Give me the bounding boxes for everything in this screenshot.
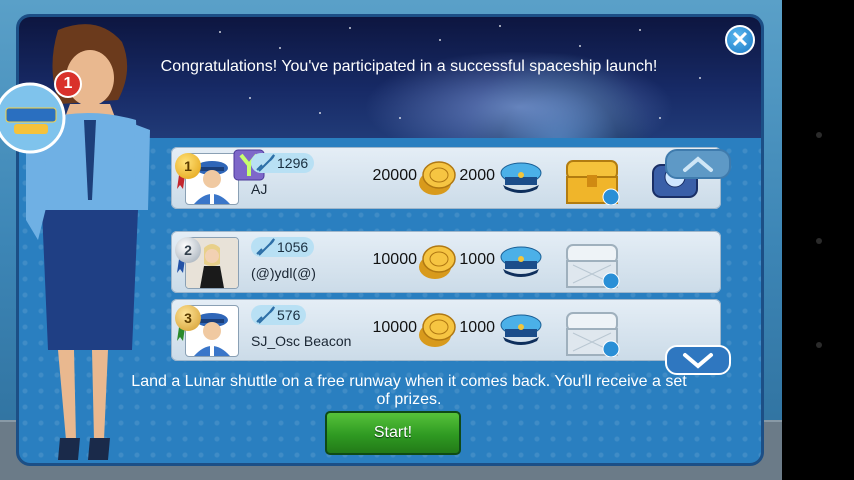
gold-chest-icon <box>566 160 620 205</box>
cap-reward: 1000 <box>459 319 495 336</box>
scroll-up-button[interactable] <box>665 149 731 179</box>
leaderboard-list[interactable]: 1 1296 AJ 20000 2000 2 1056 (@)ydl(@) 10… <box>171 147 761 377</box>
nav-recents-button[interactable] <box>816 342 822 348</box>
player-name: SJ_Osc Beacon <box>251 333 352 349</box>
leaderboard-row: 2 1056 (@)ydl(@) 10000 1000 <box>171 231 721 293</box>
leaderboard-row: 1 1296 AJ 20000 2000 <box>171 147 721 209</box>
rank-medal-gold: 1 <box>175 153 201 179</box>
rocket-icon <box>256 238 275 256</box>
congratulations-message: Congratulations! You've participated in … <box>160 58 658 75</box>
rank-medal-bronze: 3 <box>175 305 201 331</box>
chevron-down-icon <box>683 353 713 369</box>
coin-reward: 20000 <box>372 167 418 184</box>
rocket-count: 576 <box>277 307 301 323</box>
rocket-count: 1056 <box>277 239 309 255</box>
cap-reward: 1000 <box>459 251 495 268</box>
player-name: AJ <box>251 181 268 197</box>
rocket-icon <box>256 306 275 324</box>
player-name: (@)ydl(@) <box>251 265 316 281</box>
close-icon: ✕ <box>730 27 750 52</box>
rocket-count: 1296 <box>277 155 309 171</box>
nav-home-button[interactable] <box>816 238 822 244</box>
coin-reward: 10000 <box>372 319 418 336</box>
scroll-down-button[interactable] <box>665 345 731 375</box>
rocket-count-chip: 576 <box>251 305 307 325</box>
pilot-cap-icon <box>500 162 542 193</box>
silver-chest-icon <box>566 312 620 357</box>
rocket-count-chip: 1056 <box>251 237 315 257</box>
notification-badge: 1 <box>54 70 82 98</box>
start-button[interactable]: Start! <box>325 411 461 455</box>
silver-chest-icon <box>566 244 620 289</box>
rocket-icon <box>256 154 275 172</box>
rank-medal-silver: 2 <box>175 237 201 263</box>
pilot-cap-icon <box>500 314 542 345</box>
close-button[interactable]: ✕ <box>725 25 755 55</box>
coin-reward: 10000 <box>372 251 418 268</box>
nav-back-button[interactable] <box>816 132 822 138</box>
leaderboard-row: 3 576 SJ_Osc Beacon 10000 1000 <box>171 299 721 361</box>
instructions-text: Land a Lunar shuttle on a free runway wh… <box>131 373 687 408</box>
chevron-up-icon <box>683 156 713 172</box>
cap-reward: 2000 <box>459 167 495 184</box>
game-scene: Congratulations! You've participated in … <box>0 0 782 480</box>
pilot-cap-icon <box>500 246 542 277</box>
rocket-count-chip: 1296 <box>251 153 315 173</box>
